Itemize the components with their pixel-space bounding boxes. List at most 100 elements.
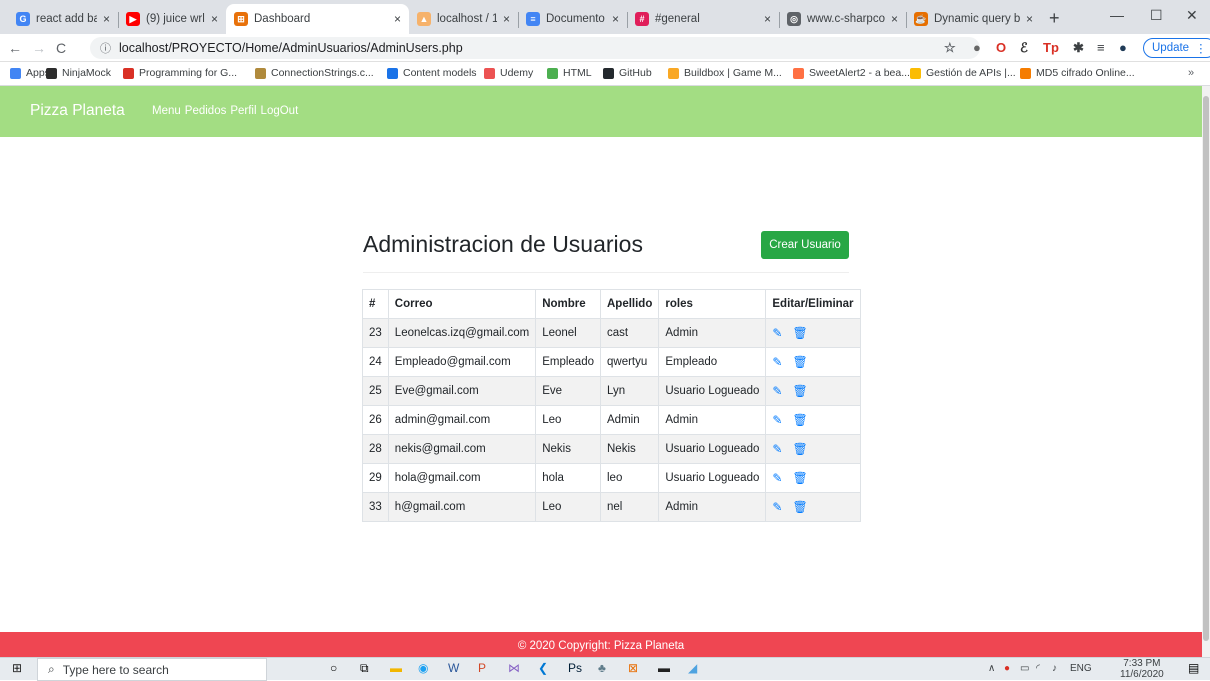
vscode-icon[interactable]: ❮ [538,661,548,675]
delete-trash-icon[interactable]: 🗑 [792,442,807,456]
bookmark-item[interactable]: ConnectionStrings.c... [255,67,374,79]
close-tab-icon[interactable]: × [612,12,619,26]
nav-link-perfil[interactable]: Perfil [230,105,256,117]
bookmark-label: MD5 cifrado Online... [1036,67,1135,79]
nav-link-pedidos[interactable]: Pedidos [185,105,227,117]
opera-extension-icon[interactable]: O [996,40,1006,55]
close-tab-icon[interactable]: × [503,12,510,26]
visual-studio-icon[interactable]: ⋈ [508,661,520,675]
cell-actions: ✎ 🗑 [765,376,861,406]
dashboard-app-icon[interactable]: ⊠ [628,661,638,675]
update-button[interactable]: Update ⋮ [1143,38,1210,58]
word-icon[interactable]: W [448,661,459,675]
browser-tab[interactable]: ▶ (9) juice wrld × [118,4,226,34]
close-window-button[interactable]: ✕ [1186,7,1198,24]
delete-trash-icon[interactable]: 🗑 [792,384,807,398]
notifications-icon[interactable]: ▤ [1188,661,1199,675]
column-header-actions: Editar/Eliminar [765,289,861,319]
bookmark-item[interactable]: Buildbox | Game M... [668,67,782,79]
close-tab-icon[interactable]: × [1026,12,1033,26]
tray-chevron-icon[interactable]: ∧ [988,663,995,674]
browser-tab[interactable]: # #general × [627,4,779,34]
bookmarks-more-icon[interactable]: » [1188,67,1194,79]
bookmark-item[interactable]: NinjaMock [46,67,111,79]
edit-pencil-icon[interactable]: ✎ [772,500,782,514]
browser-tab[interactable]: Greact add backgro × [8,4,118,34]
chrome-icon[interactable]: ◉ [418,661,428,675]
dashboard-icon: ⊞ [234,12,248,26]
bookmark-item[interactable]: MD5 cifrado Online... [1020,67,1135,79]
delete-trash-icon[interactable]: 🗑 [792,326,807,340]
edit-pencil-icon[interactable]: ✎ [772,413,782,427]
bookmark-item[interactable]: Programming for G... [123,67,237,79]
bookmark-item[interactable]: Apps [10,67,50,79]
file-explorer-icon[interactable]: ▬ [390,661,402,675]
edit-pencil-icon[interactable]: ✎ [772,384,782,398]
bookmark-item[interactable]: HTML [547,67,592,79]
cell-id: 26 [362,405,389,435]
volume-icon[interactable]: ♪ [1052,663,1057,674]
photoshop-icon[interactable]: Ps [568,661,582,675]
close-tab-icon[interactable]: × [103,12,110,26]
new-tab-button[interactable]: + [1049,8,1060,29]
terminal-icon[interactable]: ▬ [658,661,670,675]
language-indicator[interactable]: ENG [1070,663,1092,674]
nav-link-logout[interactable]: LogOut [261,105,299,117]
bookmark-item[interactable]: SweetAlert2 - a bea... [793,67,910,79]
tray-app-icon[interactable]: ● [1004,663,1010,674]
bookmark-item[interactable]: Udemy [484,67,533,79]
url-input[interactable]: ⓘ localhost/PROYECTO/Home/AdminUsuarios/… [90,37,980,59]
browser-tab[interactable]: ⊞ Dashboard × [226,4,409,34]
battery-icon[interactable]: ▭ [1020,663,1029,674]
nav-link-menu[interactable]: Menu [152,105,181,117]
edit-pencil-icon[interactable]: ✎ [772,355,782,369]
delete-trash-icon[interactable]: 🗑 [792,413,807,427]
delete-trash-icon[interactable]: 🗑 [792,355,807,369]
bookmark-item[interactable]: Content models [387,67,477,79]
close-tab-icon[interactable]: × [891,12,898,26]
powerpoint-icon[interactable]: P [478,661,486,675]
cell-actions: ✎ 🗑 [765,405,861,435]
tp-extension-icon[interactable]: Tp [1043,40,1059,55]
app-icon[interactable]: ♣ [598,661,606,675]
bookmark-item[interactable]: Gestión de APIs |... [910,67,1016,79]
info-icon[interactable]: ⓘ [100,40,111,56]
close-tab-icon[interactable]: × [764,12,771,26]
cell-nombre: Leo [535,492,601,522]
close-tab-icon[interactable]: × [394,12,401,26]
edit-pencil-icon[interactable]: ✎ [772,471,782,485]
close-tab-icon[interactable]: × [211,12,218,26]
puzzle-extension-icon[interactable]: ✱ [1073,40,1084,56]
edit-pencil-icon[interactable]: ✎ [772,326,782,340]
back-arrow-icon[interactable]: ← [8,40,22,56]
maximize-button[interactable]: ☐ [1150,7,1163,24]
wifi-icon[interactable]: ◜ [1036,663,1040,674]
delete-trash-icon[interactable]: 🗑 [792,471,807,485]
browser-tab[interactable]: ☕ Dynamic query bu × [906,4,1041,34]
forward-arrow-icon[interactable]: → [32,40,46,56]
windows-start-icon[interactable]: ⊞ [12,661,22,675]
site-brand[interactable]: Pizza Planeta [30,102,125,120]
app-icon[interactable]: ◢ [688,661,697,675]
taskbar-search-input[interactable]: ⌕ Type here to search [37,658,267,681]
cell-nombre: hola [535,463,601,493]
browser-tab[interactable]: ▲ localhost / 127.0.0 × [409,4,518,34]
bookmark-item[interactable]: GitHub [603,67,652,79]
reading-list-icon[interactable]: ≡ [1097,40,1105,55]
clock[interactable]: 7:33 PM 11/6/2020 [1120,658,1164,680]
task-view-icon[interactable]: ⧉ [360,661,369,676]
extension-icon[interactable]: ℰ [1020,40,1028,56]
browser-tab[interactable]: ≡ Documento sin títu × [518,4,627,34]
bookmark-star-icon[interactable]: ☆ [944,40,956,56]
profile-avatar[interactable]: ● [1119,40,1127,55]
minimize-button[interactable]: — [1110,7,1124,23]
delete-trash-icon[interactable]: 🗑 [792,500,807,514]
edit-pencil-icon[interactable]: ✎ [772,442,782,456]
extension-icon[interactable]: ● [973,40,981,55]
scrollbar-thumb[interactable] [1203,96,1209,641]
cortana-icon[interactable]: ○ [330,661,337,675]
browser-tab[interactable]: ◎ www.c-sharpcorne × [779,4,906,34]
create-user-button[interactable]: Crear Usuario [761,231,849,259]
tab-title: Dynamic query bu [934,13,1020,25]
reload-icon[interactable]: C [56,40,66,56]
